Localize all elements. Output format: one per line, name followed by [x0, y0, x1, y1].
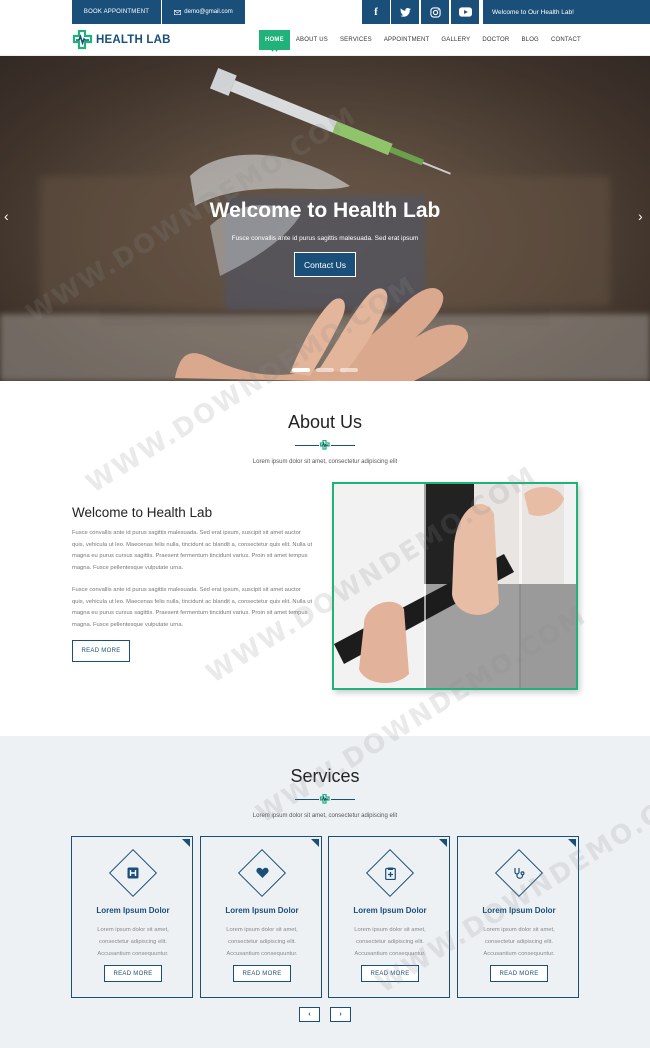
service-read-more-button[interactable]: READ MORE [233, 965, 291, 982]
services-section-subtitle: Lorem ipsum dolor sit amet, consectetur … [252, 813, 398, 819]
card-corner [311, 839, 319, 847]
logo-text: HEALTH LAB [96, 34, 171, 46]
medical-cross-small-icon [319, 794, 330, 804]
slider-dots [292, 368, 358, 372]
slider-next-icon[interactable]: › [638, 208, 643, 224]
about-section-title: About Us [287, 412, 363, 432]
facebook-icon[interactable]: f [362, 0, 390, 24]
about-divider [295, 440, 355, 450]
about-paragraph-1: Fusce convallis ante id purus sagittis m… [72, 530, 313, 571]
nav-doctor[interactable]: DOCTOR [476, 30, 515, 50]
hero-slider: Welcome to Health Lab Fusce convallis an… [0, 56, 650, 381]
slider-dot-2[interactable] [316, 368, 334, 372]
book-appointment-button[interactable]: BOOK APPOINTMENT [72, 0, 161, 24]
top-bar: BOOK APPOINTMENT demo@gmail.com f Welcom… [0, 0, 650, 24]
service-card: Lorem Ipsum Dolor Lorem ipsum dolor sit … [71, 836, 193, 998]
clipboard-icon [378, 861, 402, 885]
instagram-glyph [429, 6, 441, 18]
medical-cross-small-icon [319, 440, 330, 450]
service-title: Lorem Ipsum Dolor [96, 906, 170, 915]
services-next-button[interactable]: › [330, 1007, 351, 1022]
welcome-message: Welcome to Our Health Lab! [483, 0, 650, 24]
nav-blog[interactable]: BLOG [515, 30, 544, 50]
medical-cross-icon [72, 30, 93, 50]
youtube-icon[interactable] [451, 0, 479, 24]
nav-about-us[interactable]: ABOUT US [290, 30, 334, 50]
service-title: Lorem Ipsum Dolor [225, 906, 299, 915]
services-divider [295, 794, 355, 804]
service-read-more-button[interactable]: READ MORE [490, 965, 548, 982]
service-text: Lorem ipsum dolor sit amet, consectetur … [226, 927, 298, 957]
contact-us-button[interactable]: Contact Us [294, 252, 356, 277]
hero-subtitle: Fusce convallis ante id purus sagittis m… [231, 235, 419, 242]
hand-image [175, 288, 469, 381]
hospital-icon [121, 861, 145, 885]
twitter-bird [399, 7, 411, 17]
nav-contact[interactable]: CONTACT [545, 30, 587, 50]
services-prev-button[interactable]: ‹ [299, 1007, 320, 1022]
service-text: Lorem ipsum dolor sit amet, consectetur … [483, 927, 555, 957]
services-section-title: Services [290, 766, 360, 786]
service-text: Lorem ipsum dolor sit amet, consectetur … [97, 927, 169, 957]
email-text: demo@gmail.com [184, 9, 233, 15]
card-corner [439, 839, 447, 847]
envelope-icon [174, 9, 182, 15]
slider-dot-1[interactable] [292, 368, 310, 372]
about-collage-image [332, 482, 578, 690]
instagram-icon[interactable] [421, 0, 449, 24]
nav-services[interactable]: SERVICES [334, 30, 378, 50]
active-indicator-icon [270, 47, 279, 52]
slider-prev-icon[interactable]: ‹ [4, 208, 9, 224]
service-read-more-button[interactable]: READ MORE [104, 965, 162, 982]
about-heading: Welcome to Health Lab [72, 505, 213, 520]
service-text: Lorem ipsum dolor sit amet, consectetur … [354, 927, 426, 957]
service-card: Lorem Ipsum Dolor Lorem ipsum dolor sit … [328, 836, 450, 998]
about-section-subtitle: Lorem ipsum dolor sit amet, consectetur … [252, 459, 398, 465]
card-corner [182, 839, 190, 847]
about-paragraph-2: Fusce convallis ante id purus sagittis m… [72, 587, 313, 628]
service-title: Lorem Ipsum Dolor [353, 906, 427, 915]
heart-icon [250, 861, 274, 885]
about-read-more-button[interactable]: READ MORE [72, 640, 130, 662]
facebook-glyph: f [374, 6, 378, 18]
service-card: Lorem Ipsum Dolor Lorem ipsum dolor sit … [457, 836, 579, 998]
email-link[interactable]: demo@gmail.com [162, 0, 245, 24]
stethoscope-icon [507, 861, 531, 885]
slider-dot-3[interactable] [340, 368, 358, 372]
service-card: Lorem Ipsum Dolor Lorem ipsum dolor sit … [200, 836, 322, 998]
card-corner [568, 839, 576, 847]
glucose-test-image [334, 484, 576, 688]
main-navbar: HEALTH LAB HOME ABOUT US SERVICES APPOIN… [0, 24, 650, 56]
nav-gallery[interactable]: GALLERY [435, 30, 476, 50]
hero-title: Welcome to Health Lab [209, 199, 441, 222]
nav-menu: HOME ABOUT US SERVICES APPOINTMENT GALLE… [259, 30, 587, 50]
service-title: Lorem Ipsum Dolor [482, 906, 556, 915]
youtube-glyph [458, 7, 472, 17]
logo[interactable]: HEALTH LAB [72, 30, 171, 50]
service-read-more-button[interactable]: READ MORE [361, 965, 419, 982]
twitter-icon[interactable] [391, 0, 419, 24]
nav-appointment[interactable]: APPOINTMENT [378, 30, 436, 50]
